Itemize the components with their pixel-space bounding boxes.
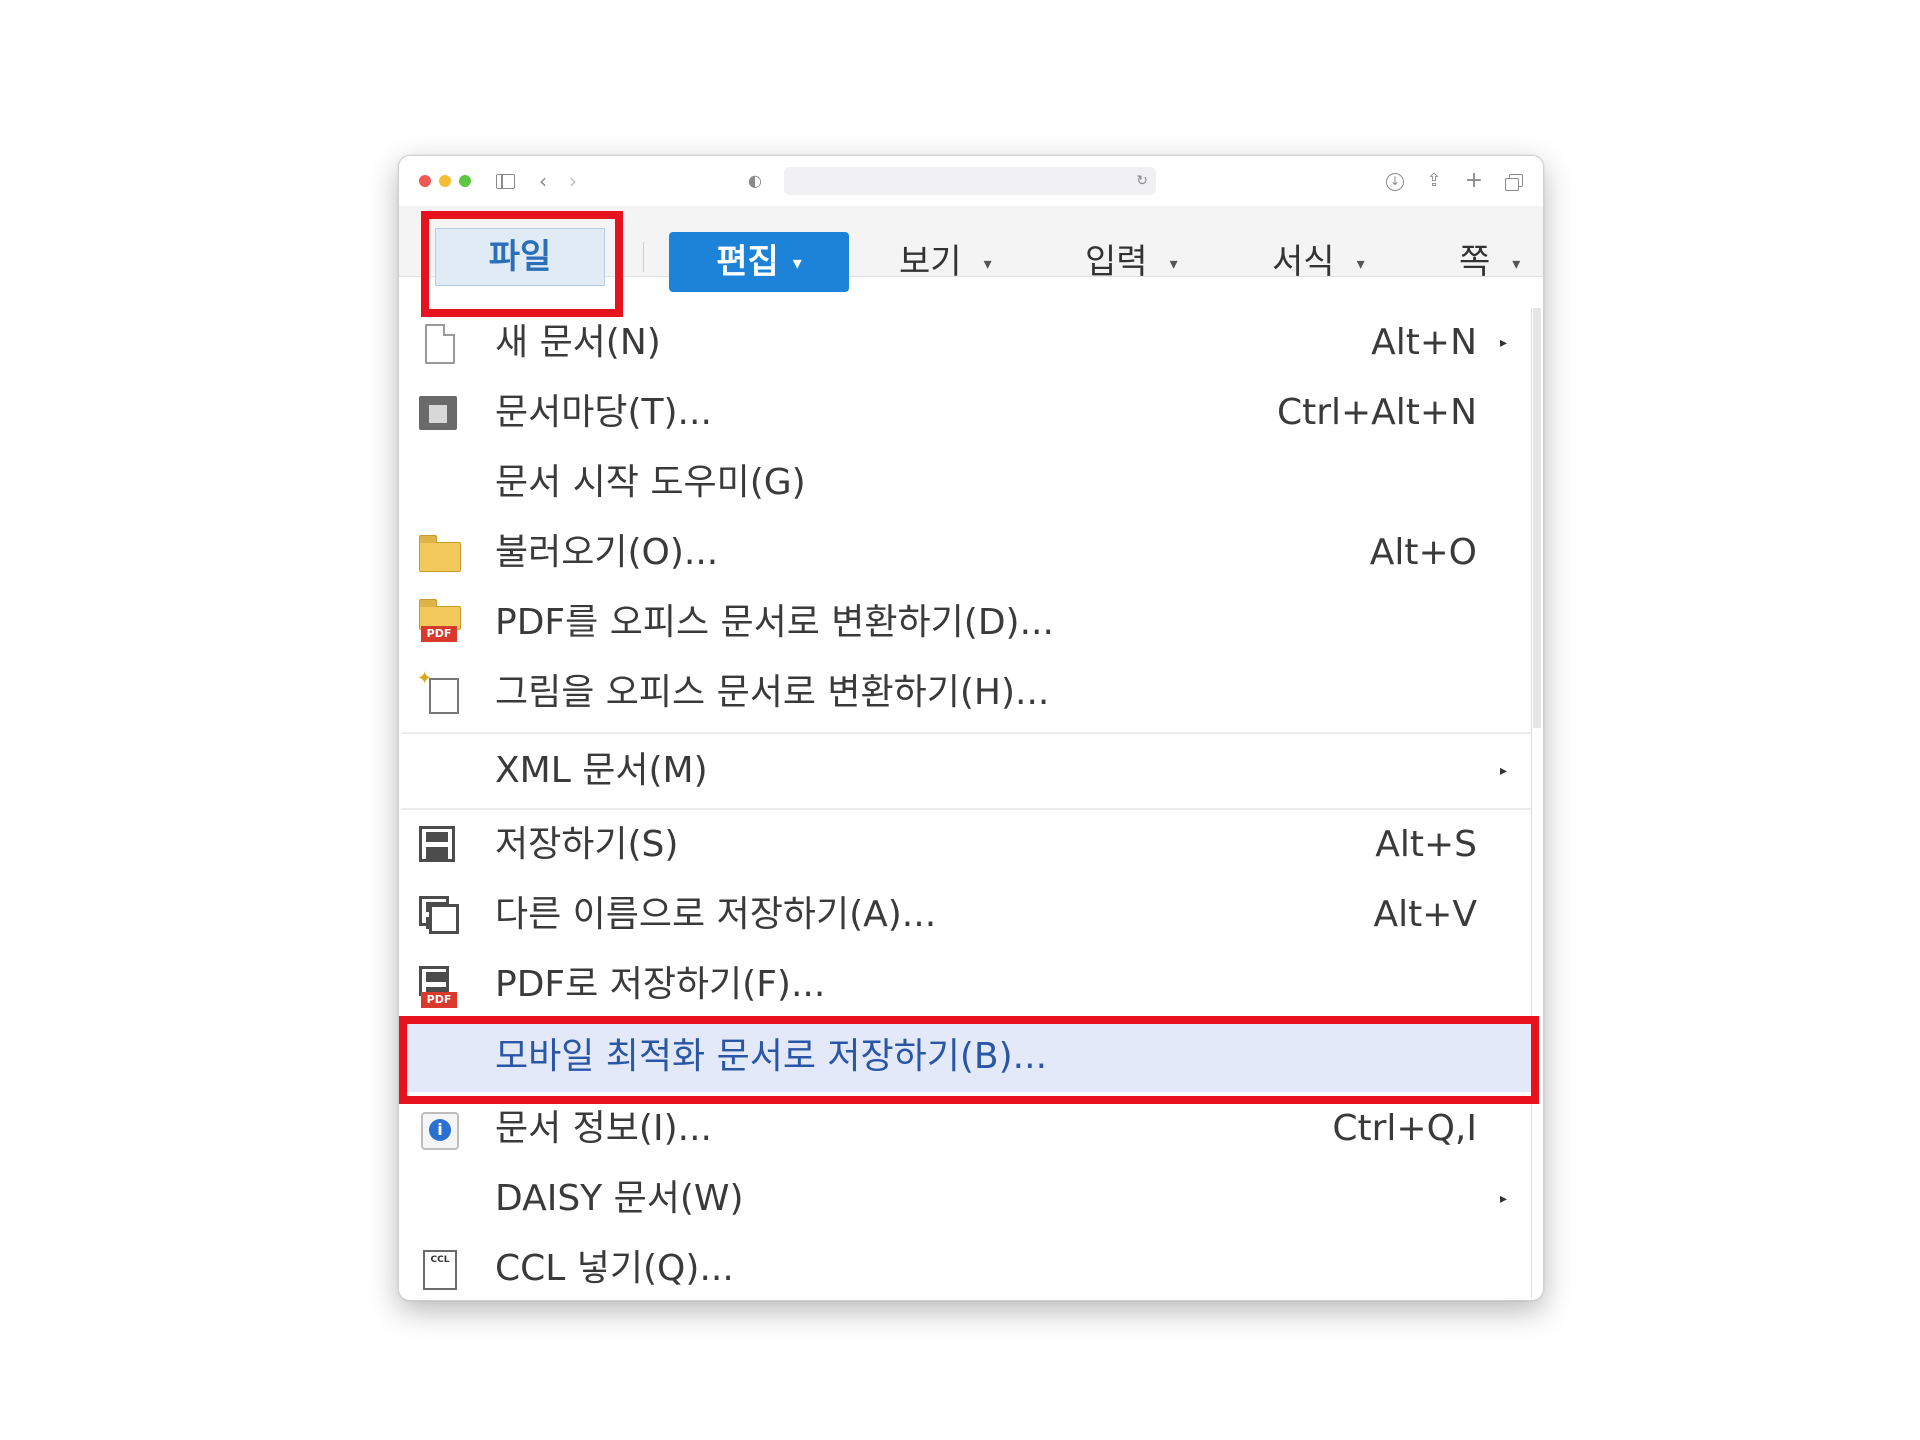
menu-scrollbar[interactable] <box>1533 308 1541 728</box>
menu-item-label: DAISY 문서(W) <box>495 1178 744 1219</box>
menu-item-save-as[interactable]: 다른 이름으로 저장하기(A)... Alt+V <box>401 880 1531 950</box>
tab-file-label: 파일 <box>488 237 552 277</box>
chevron-down-icon: ▾ <box>792 252 802 274</box>
browser-titlebar: ‹ › ◐ ↻ ↓ ⇪ + <box>399 156 1543 206</box>
tab-format[interactable]: 서식 ▾ <box>1272 232 1365 292</box>
close-window-button[interactable] <box>419 175 431 187</box>
chevron-down-icon: ▾ <box>1169 253 1178 273</box>
tab-overview-icon[interactable] <box>1503 168 1525 194</box>
download-icon[interactable]: ↓ <box>1383 168 1407 194</box>
menu-item-label: 모바일 최적화 문서로 저장하기(B)... <box>495 1036 1048 1077</box>
new-document-icon <box>417 322 461 366</box>
open-folder-icon <box>417 532 461 576</box>
tab-view[interactable]: 보기 ▾ <box>899 232 992 292</box>
tab-edit-label: 편집 <box>716 242 779 282</box>
pdf-convert-icon: PDF <box>417 599 461 646</box>
maximize-window-button[interactable] <box>459 175 471 187</box>
menu-item-save-mobile-optimized[interactable]: 모바일 최적화 문서로 저장하기(B)... <box>401 1022 1531 1092</box>
menu-item-shortcut: Alt+O <box>1369 532 1477 573</box>
tab-view-label: 보기 <box>899 242 962 282</box>
back-arrow-icon[interactable]: ‹ <box>533 168 553 194</box>
chevron-down-icon: ▾ <box>1356 253 1365 273</box>
menu-item-templates[interactable]: 문서마당(T)... Ctrl+Alt+N <box>401 378 1531 448</box>
minimize-window-button[interactable] <box>439 175 451 187</box>
menu-item-shortcut: Alt+N <box>1371 322 1477 363</box>
pdf-tag-label: PDF <box>421 626 457 642</box>
toolbar-divider <box>643 242 644 272</box>
menu-item-label: 문서 정보(I)... <box>495 1108 712 1149</box>
menu-item-label: 문서마당(T)... <box>495 392 712 433</box>
menu-item-shortcut: Alt+V <box>1373 894 1477 935</box>
menu-item-new-document[interactable]: 새 문서(N) Alt+N ▸ <box>401 308 1531 378</box>
address-bar[interactable]: ↻ <box>784 167 1156 195</box>
ccl-tag-label: CCL <box>423 1250 457 1290</box>
submenu-arrow-icon: ▸ <box>1499 763 1507 779</box>
tab-input-label: 입력 <box>1085 242 1148 282</box>
menu-item-label: XML 문서(M) <box>495 750 708 791</box>
share-icon[interactable]: ⇪ <box>1423 168 1445 194</box>
menu-item-xml-document[interactable]: XML 문서(M) ▸ <box>401 736 1531 806</box>
menu-item-document-info[interactable]: 문서 정보(I)... Ctrl+Q,I <box>401 1094 1531 1164</box>
reload-icon[interactable]: ↻ <box>1136 169 1148 193</box>
tab-page-label: 쪽 <box>1459 242 1491 282</box>
tab-format-label: 서식 <box>1272 242 1335 282</box>
file-menu-dropdown: 새 문서(N) Alt+N ▸ 문서마당(T)... Ctrl+Alt+N 문서… <box>401 308 1532 1298</box>
save-as-icon <box>417 894 461 938</box>
ccl-icon: CCL <box>417 1248 461 1292</box>
privacy-shield-icon[interactable]: ◐ <box>745 168 765 194</box>
menu-item-label: CCL 넣기(Q)... <box>495 1248 734 1289</box>
new-tab-icon[interactable]: + <box>1463 168 1485 194</box>
submenu-arrow-icon: ▸ <box>1499 1191 1507 1207</box>
menu-item-label: 그림을 오피스 문서로 변환하기(H)... <box>495 672 1050 713</box>
menu-item-shortcut: Ctrl+Alt+N <box>1276 392 1477 433</box>
save-icon <box>417 824 461 868</box>
pdf-tag-label: PDF <box>421 992 457 1008</box>
submenu-arrow-icon: ▸ <box>1499 335 1507 351</box>
menu-item-label: 새 문서(N) <box>495 322 661 363</box>
tab-file[interactable]: 파일 <box>435 228 605 286</box>
menu-item-label: 다른 이름으로 저장하기(A)... <box>495 894 937 935</box>
menu-item-insert-ccl[interactable]: CCL CCL 넣기(Q)... <box>401 1234 1531 1300</box>
menu-item-save[interactable]: 저장하기(S) Alt+S <box>401 810 1531 880</box>
menu-item-label: PDF를 오피스 문서로 변환하기(D)... <box>495 602 1054 643</box>
chevron-down-icon: ▾ <box>1512 253 1521 273</box>
menu-separator <box>401 732 1531 734</box>
menu-item-label: 저장하기(S) <box>495 824 679 865</box>
menu-item-label: 문서 시작 도우미(G) <box>495 462 806 503</box>
tab-input[interactable]: 입력 ▾ <box>1085 232 1178 292</box>
menu-item-pdf-convert[interactable]: PDF PDF를 오피스 문서로 변환하기(D)... <box>401 588 1531 658</box>
menu-item-start-wizard[interactable]: 문서 시작 도우미(G) <box>401 448 1531 518</box>
menu-item-save-pdf[interactable]: PDF PDF로 저장하기(F)... <box>401 950 1531 1020</box>
menu-item-image-convert[interactable]: ✦ 그림을 오피스 문서로 변환하기(H)... <box>401 658 1531 728</box>
tab-edit[interactable]: 편집 ▾ <box>669 232 849 292</box>
menu-toolbar: 파일 편집 ▾ 보기 ▾ 입력 ▾ 서식 ▾ 쪽 ▾ <box>399 206 1543 292</box>
menu-item-label: 불러오기(O)... <box>495 532 719 573</box>
tab-page[interactable]: 쪽 ▾ <box>1459 232 1520 292</box>
menu-item-label: PDF로 저장하기(F)... <box>495 964 826 1005</box>
save-pdf-icon: PDF <box>417 964 461 1008</box>
template-icon <box>417 392 461 436</box>
browser-window: ‹ › ◐ ↻ ↓ ⇪ + 파일 편집▾ 보기▾ 입력▾ 서식▾ 쪽▾ <box>398 155 1544 1301</box>
menu-item-daisy-document[interactable]: DAISY 문서(W) ▸ <box>401 1164 1531 1234</box>
menu-item-shortcut: Alt+S <box>1375 824 1477 865</box>
chevron-down-icon: ▾ <box>983 253 992 273</box>
menu-item-open[interactable]: 불러오기(O)... Alt+O <box>401 518 1531 588</box>
menu-item-shortcut: Ctrl+Q,I <box>1332 1108 1477 1149</box>
image-convert-icon: ✦ <box>417 670 461 716</box>
info-icon <box>417 1108 461 1152</box>
forward-arrow-icon[interactable]: › <box>563 168 583 194</box>
sidebar-toggle-icon[interactable] <box>493 168 517 194</box>
